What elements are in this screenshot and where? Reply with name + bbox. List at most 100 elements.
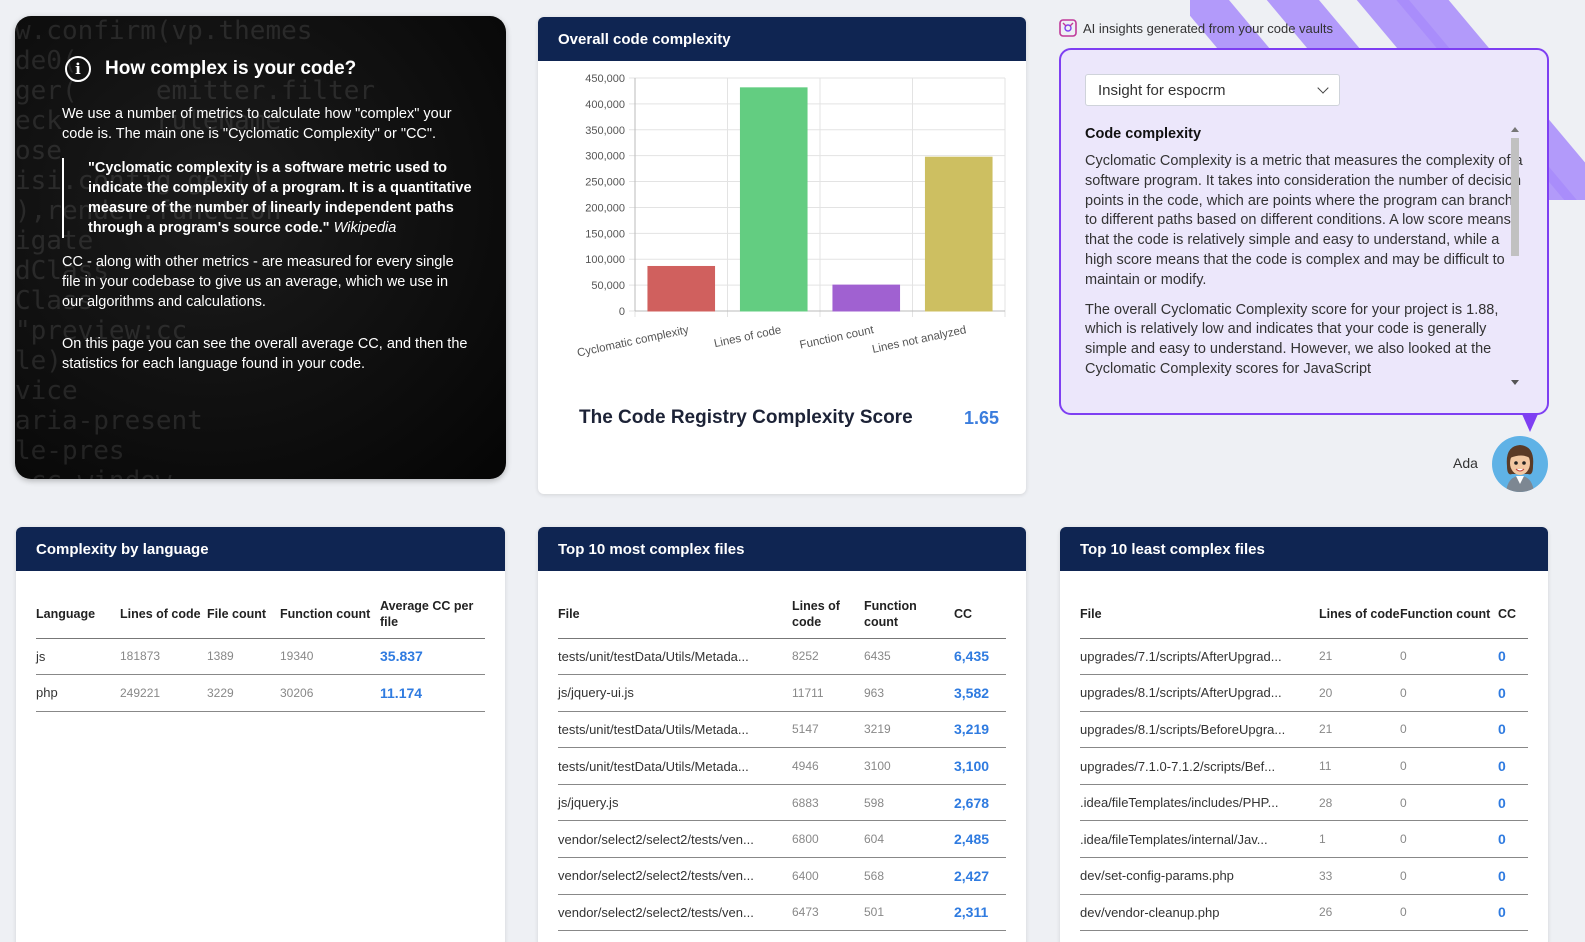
ai-sparkle-icon xyxy=(1059,19,1077,37)
ada-avatar xyxy=(1492,436,1548,492)
table-row[interactable]: upgrades/7.1/scripts/AfterUpgrad... 21 0 0 xyxy=(1080,638,1528,676)
table-row[interactable]: tests/unit/testData/Utils/Metada... 4946 3… xyxy=(558,747,1006,785)
file-cell[interactable]: upgrades/7.1.0-7.1.2/scripts/Bef... xyxy=(1080,747,1319,785)
y-tick-label: 250,000 xyxy=(585,177,625,189)
table-row[interactable]: upgrades/8.1/scripts/BeforeUpgra... 21 0 0 xyxy=(1080,711,1528,749)
functions-cell: 19340 xyxy=(280,638,380,676)
cc-cell: 0 xyxy=(1498,711,1528,749)
most-complex-files-header: Top 10 most complex files xyxy=(538,527,1026,571)
bar xyxy=(647,265,716,312)
table-row[interactable]: vendor/select2/select2/tests/ven... 6473 5… xyxy=(558,894,1006,932)
table-row[interactable]: vendor/select2/select2/tests/ven... 6400 5… xyxy=(558,857,1006,895)
col-cc[interactable]: CC xyxy=(954,591,1006,639)
x-tick-label: Function count xyxy=(799,324,876,352)
col-function-count[interactable]: Function count xyxy=(1400,591,1498,639)
col-function-count[interactable]: Function count xyxy=(280,591,380,639)
lines-cell: 21 xyxy=(1319,711,1400,749)
least-table-header-row: File Lines of code Function count CC xyxy=(1080,591,1528,639)
x-tick-label: Cyclomatic complexity xyxy=(576,324,690,359)
lines-cell: 26 xyxy=(1319,894,1400,932)
least-complex-files-card: Top 10 least complex files File Lines of… xyxy=(1060,527,1548,942)
ai-insights-text: AI insights generated from your code vau… xyxy=(1083,20,1334,36)
col-file[interactable]: File xyxy=(558,591,792,639)
scrollbar-thumb[interactable] xyxy=(1511,138,1519,256)
col-cc[interactable]: CC xyxy=(1498,591,1528,639)
cc-cell: 2,485 xyxy=(954,820,1006,859)
files-cell: 1389 xyxy=(207,638,280,676)
language-table: Language Lines of code File count Functi… xyxy=(36,591,485,712)
table-row[interactable]: vendor/select2/select2/tests/ven... 6800 6… xyxy=(558,820,1006,859)
cc-cell: 3,582 xyxy=(954,674,1006,712)
file-cell[interactable]: .idea/fileTemplates/internal/Jav... xyxy=(1080,820,1319,859)
file-cell[interactable]: upgrades/8.1/scripts/BeforeUpgra... xyxy=(1080,711,1319,749)
lines-cell: 28 xyxy=(1319,784,1400,822)
file-cell[interactable]: dev/vendor-cleanup.php xyxy=(1080,894,1319,932)
file-cell[interactable]: tests/unit/testData/Utils/Metada... xyxy=(558,638,792,676)
functions-cell: 3100 xyxy=(864,747,954,785)
speech-bubble-tail xyxy=(1522,414,1538,432)
col-lines-of-code[interactable]: Lines of code xyxy=(1319,591,1400,639)
table-row[interactable]: .idea/fileTemplates/internal/Jav... 1 0 0 xyxy=(1080,820,1528,859)
cc-cell: 0 xyxy=(1498,820,1528,859)
file-cell[interactable]: vendor/select2/select2/tests/ven... xyxy=(558,857,792,895)
table-row[interactable]: tests/unit/testData/Utils/Metada... 5147 3… xyxy=(558,711,1006,749)
info-icon: i xyxy=(65,56,91,82)
insight-project-select[interactable]: Insight for espocrm xyxy=(1085,74,1340,106)
table-row[interactable]: .idea/fileTemplates/includes/PHP... 28 0 0 xyxy=(1080,784,1528,822)
file-cell[interactable]: upgrades/8.1/scripts/AfterUpgrad... xyxy=(1080,674,1319,712)
language-cell: js xyxy=(36,638,120,676)
cc-cell: 0 xyxy=(1498,674,1528,712)
col-average-cc[interactable]: Average CC per file xyxy=(380,591,485,639)
table-row[interactable]: upgrades/7.1.0-7.1.2/scripts/Bef... 11 0 0 xyxy=(1080,747,1528,785)
table-row[interactable]: js/jquery.js 6883 598 2,678 xyxy=(558,784,1006,822)
functions-cell: 0 xyxy=(1400,638,1498,676)
intro-quote: "Cyclomatic complexity is a software met… xyxy=(62,158,472,238)
file-cell[interactable]: js/jquery.js xyxy=(558,784,792,822)
lines-cell: 11 xyxy=(1319,747,1400,785)
bar xyxy=(739,87,808,312)
col-file-count[interactable]: File count xyxy=(207,591,280,639)
complexity-score-row: The Code Registry Complexity Score 1.65 xyxy=(579,407,999,429)
table-row[interactable]: tests/unit/testData/Utils/Metada... 8252 6… xyxy=(558,638,1006,676)
insight-text-scroll[interactable]: Code complexity Cyclomatic Complexity is… xyxy=(1085,122,1525,390)
functions-cell: 604 xyxy=(864,820,954,859)
file-cell[interactable]: upgrades/7.1/scripts/AfterUpgrad... xyxy=(1080,638,1319,676)
complexity-bar-chart: 0 50,000 100,000 150,000 200,000 250,000 300,0… xyxy=(576,73,1006,360)
file-cell[interactable]: tests/unit/testData/Utils/Metada... xyxy=(558,711,792,749)
col-lines-of-code[interactable]: Lines of code xyxy=(792,591,864,639)
cc-cell: 2,427 xyxy=(954,857,1006,895)
language-cell: php xyxy=(36,674,120,712)
insight-paragraph-2: The overall Cyclomatic Complexity score … xyxy=(1085,301,1499,377)
functions-cell: 963 xyxy=(864,674,954,712)
insight-scrollbar[interactable] xyxy=(1509,123,1521,389)
col-language[interactable]: Language xyxy=(36,591,120,639)
quote-text: "Cyclomatic complexity is a software met… xyxy=(88,160,472,236)
scroll-down-arrow-icon[interactable] xyxy=(1511,380,1519,385)
x-tick-label: Lines not analyzed xyxy=(871,324,967,356)
file-cell[interactable]: vendor/select2/select2/tests/ven... xyxy=(558,894,792,932)
file-cell[interactable]: js/jquery-ui.js xyxy=(558,674,792,712)
table-row[interactable]: php 249221 3229 30206 11.174 xyxy=(36,674,485,712)
table-row[interactable]: js 181873 1389 19340 35.837 xyxy=(36,638,485,676)
functions-cell: 501 xyxy=(864,894,954,932)
file-cell[interactable]: tests/unit/testData/Utils/Metada... xyxy=(558,747,792,785)
intro-paragraph-2: CC - along with other metrics - are meas… xyxy=(62,254,454,310)
col-function-count[interactable]: Function count xyxy=(864,591,954,639)
least-complex-table: File Lines of code Function count CC upg… xyxy=(1080,591,1528,932)
col-lines-of-code[interactable]: Lines of code xyxy=(120,591,207,639)
intro-content: i How complex is your code? We use a num… xyxy=(62,56,472,374)
lines-cell: 181873 xyxy=(120,638,207,676)
scroll-up-arrow-icon[interactable] xyxy=(1511,127,1519,132)
table-row[interactable]: js/jquery-ui.js 11711 963 3,582 xyxy=(558,674,1006,712)
lines-cell: 8252 xyxy=(792,638,864,676)
file-cell[interactable]: vendor/select2/select2/tests/ven... xyxy=(558,820,792,859)
table-row[interactable]: dev/set-config-params.php 33 0 0 xyxy=(1080,857,1528,895)
file-cell[interactable]: .idea/fileTemplates/includes/PHP... xyxy=(1080,784,1319,822)
table-row[interactable]: dev/vendor-cleanup.php 26 0 0 xyxy=(1080,894,1528,932)
col-file[interactable]: File xyxy=(1080,591,1319,639)
table-row[interactable]: upgrades/8.1/scripts/AfterUpgrad... 20 0 0 xyxy=(1080,674,1528,712)
lines-cell: 6400 xyxy=(792,857,864,895)
most-complex-table: File Lines of code Function count CC tes… xyxy=(558,591,1006,932)
file-cell[interactable]: dev/set-config-params.php xyxy=(1080,857,1319,895)
functions-cell: 568 xyxy=(864,857,954,895)
